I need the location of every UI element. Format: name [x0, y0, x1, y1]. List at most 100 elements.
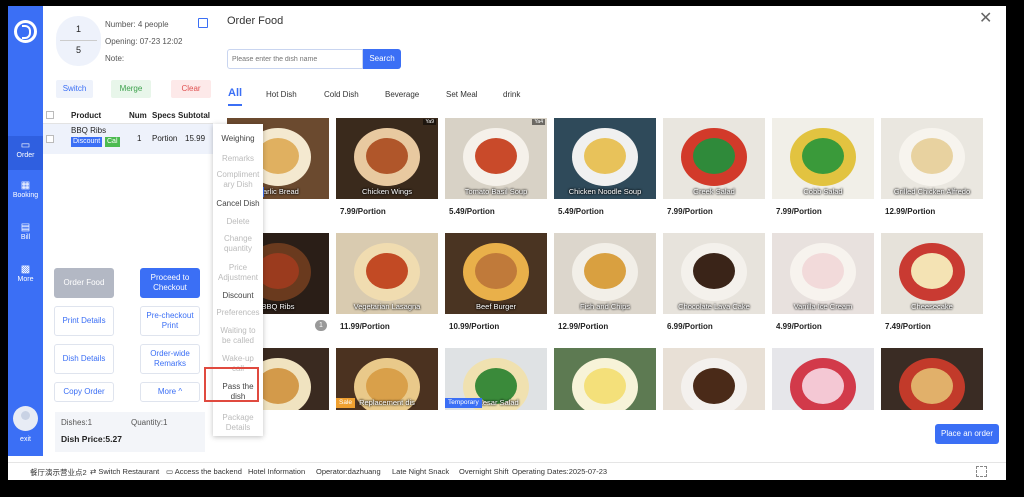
store-name: 餐厅演示营业点2: [30, 468, 87, 477]
dish-food: [584, 368, 626, 404]
dish-food: [802, 138, 844, 174]
access-backend-link[interactable]: ▭ Access the backend: [166, 467, 242, 476]
nav-item-bill[interactable]: ▤ Bill: [8, 218, 43, 252]
dish-card[interactable]: Beef Burger 10.99/Portion: [445, 233, 547, 333]
nav-item-label: Order: [16, 152, 35, 159]
switch-restaurant-link[interactable]: ⇄ Switch Restaurant: [90, 467, 159, 476]
dish-card[interactable]: Chocolate Lava Cake 6.99/Portion: [663, 233, 765, 333]
tab-drink[interactable]: drink: [503, 90, 520, 99]
checkout-button[interactable]: Proceed to Checkout: [140, 268, 200, 298]
dish-card[interactable]: Caesar Salad Temporary: [445, 348, 547, 410]
order-food-button[interactable]: Order Food: [54, 268, 114, 298]
menu-item: Change quantity: [223, 234, 253, 253]
tab-underline: [228, 104, 242, 106]
tab-set-meal[interactable]: Set Meal: [446, 90, 478, 99]
dish-image: Vegetarian Lasagna: [336, 233, 438, 314]
dish-image: Caesar Salad Temporary: [445, 348, 547, 410]
row-checkbox[interactable]: [46, 135, 54, 143]
order-summary: Dishes:1 Quantity:1 Dish Price:5.27: [55, 412, 205, 452]
dish-card[interactable]: Vegetarian Lasagna 11.99/Portion: [336, 233, 438, 333]
dish-name: Vanilla Ice Cream: [793, 302, 853, 311]
dish-card[interactable]: Cheesecake 7.49/Portion: [881, 233, 983, 333]
dish-food: [584, 253, 626, 289]
dish-name: Chicken Wings: [361, 187, 413, 196]
exit-label[interactable]: exit: [8, 436, 43, 443]
nav-item-more[interactable]: ▩ More: [8, 260, 43, 294]
tab-cold-dish[interactable]: Cold Dish: [324, 90, 359, 99]
merge-button[interactable]: Merge: [111, 80, 151, 98]
dish-card[interactable]: Ya9 Chicken Wings 7.99/Portion: [336, 118, 438, 218]
nav-item-booking[interactable]: ▦ Booking: [8, 176, 43, 210]
dish-name: Fish and Chips: [579, 302, 631, 311]
dish-food: [366, 138, 408, 174]
precheckout-print-button[interactable]: Pre-checkout Print: [140, 306, 200, 336]
search-input[interactable]: [227, 49, 363, 69]
menu-item[interactable]: Cancel Dish: [213, 199, 263, 209]
dish-image: Fish and Chips: [554, 233, 656, 314]
table-row[interactable]: BBQ Ribs 1 Portion 15.99 Discount Cal: [43, 124, 213, 154]
fullscreen-icon[interactable]: [976, 466, 987, 477]
dish-image: Greek Salad: [663, 118, 765, 199]
dish-food: [911, 368, 953, 404]
copy-order-button[interactable]: Copy Order: [54, 382, 114, 402]
menu-item[interactable]: Discount: [213, 291, 263, 301]
menu-item: Remarks: [221, 154, 254, 163]
dish-card[interactable]: [554, 348, 656, 410]
tab-beverage[interactable]: Beverage: [385, 90, 419, 99]
dish-food: [693, 368, 735, 404]
dish-food: [584, 138, 626, 174]
order-food-dialog: Order Food ✕ Search All Hot Dish Cold Di…: [213, 6, 1006, 456]
menu-item: Price Adjustment: [217, 263, 259, 282]
search-button[interactable]: Search: [363, 49, 401, 69]
orderwide-remarks-button[interactable]: Order-wide Remarks: [140, 344, 200, 374]
dish-details-button[interactable]: Dish Details: [54, 344, 114, 374]
dish-card[interactable]: [772, 348, 874, 410]
clear-button[interactable]: Clear: [171, 80, 211, 98]
dish-card[interactable]: Fish and Chips 12.99/Portion: [554, 233, 656, 333]
dish-food: [911, 138, 953, 174]
dish-image: Ya9 Chicken Wings: [336, 118, 438, 199]
dish-image: Chicken Noodle Soup: [554, 118, 656, 199]
exit-avatar[interactable]: [13, 406, 38, 431]
dish-price: 5.49/Portion: [558, 207, 604, 216]
edit-icon[interactable]: [198, 18, 208, 28]
dish-card[interactable]: Grilled Chicken Alfredo 12.99/Portion: [881, 118, 983, 218]
dish-price: Dish Price:5.27: [61, 434, 122, 444]
dish-price: 5.49/Portion: [449, 207, 495, 216]
close-icon[interactable]: ✕: [979, 11, 992, 27]
status-bar: 餐厅演示营业点2 ⇄ Switch Restaurant ▭ Access th…: [8, 462, 1006, 480]
menu-item[interactable]: Weighing: [213, 134, 263, 144]
tab-hot-dish[interactable]: Hot Dish: [266, 90, 297, 99]
dish-badge: Sale: [336, 398, 356, 408]
place-order-button[interactable]: Place an order: [935, 424, 999, 444]
grid-icon: ▩: [20, 264, 31, 275]
dish-card[interactable]: Ya4 Tomato Basil Soup 5.49/Portion: [445, 118, 547, 218]
people-count: Number: 4 people: [105, 20, 169, 29]
print-details-button[interactable]: Print Details: [54, 306, 114, 336]
dish-card[interactable]: [663, 348, 765, 410]
dish-card[interactable]: Cobb Salad 7.99/Portion: [772, 118, 874, 218]
dish-name: Beef Burger: [475, 302, 517, 311]
nav-item-order[interactable]: ▭ Order: [8, 136, 43, 170]
opening-time: Opening: 07-23 12:02: [105, 37, 183, 46]
menu-item: Delete: [226, 217, 250, 226]
tab-all[interactable]: All: [228, 87, 242, 99]
hotel-info-link[interactable]: Hotel Information: [248, 467, 305, 476]
dish-card[interactable]: Chicken Noodle Soup 5.49/Portion: [554, 118, 656, 218]
dish-price: 11.99/Portion: [340, 322, 390, 331]
discount-tag: Discount: [71, 137, 103, 147]
dish-card[interactable]: Replacement dis Sale: [336, 348, 438, 410]
dish-count-badge: 1: [315, 320, 327, 331]
more-button[interactable]: More ^: [140, 382, 200, 402]
select-all-checkbox[interactable]: [46, 111, 54, 119]
dish-name: Vegetarian Lasagna: [353, 302, 421, 311]
dish-name: Grilled Chicken Alfredo: [893, 187, 971, 196]
access-backend-label: Access the backend: [174, 467, 242, 476]
dish-image: Chocolate Lava Cake: [663, 233, 765, 314]
switch-button[interactable]: Switch: [56, 80, 93, 98]
dish-card[interactable]: Greek Salad 7.99/Portion: [663, 118, 765, 218]
dish-card[interactable]: [881, 348, 983, 410]
menu-item: Preferences: [216, 308, 260, 317]
dish-price: 7.99/Portion: [776, 207, 822, 216]
dish-card[interactable]: Vanilla Ice Cream 4.99/Portion: [772, 233, 874, 333]
